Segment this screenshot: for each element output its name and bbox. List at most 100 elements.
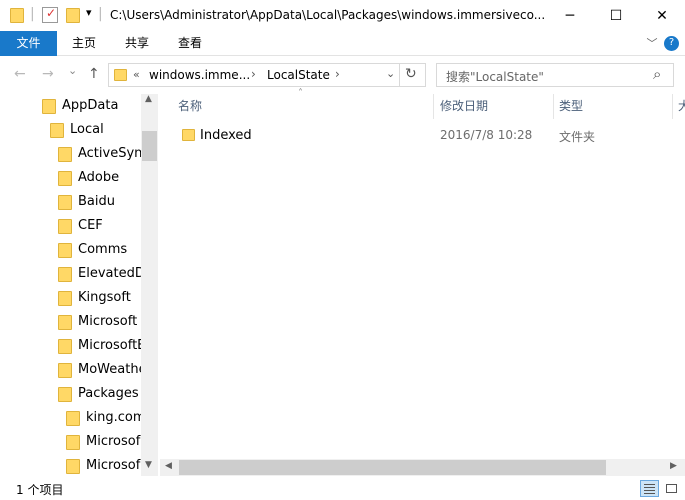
maximize-button[interactable]: ☐	[593, 0, 639, 31]
scroll-down-icon[interactable]: ▼	[145, 460, 152, 470]
address-dropdown-icon[interactable]: ⌄	[386, 67, 395, 80]
tree-item-label: MoWeathe	[78, 362, 147, 377]
tree-item-label: Local	[70, 122, 104, 137]
close-button[interactable]: ✕	[639, 0, 685, 31]
item-count: 1 个项目	[16, 483, 64, 497]
customize-quick-access-icon[interactable]: ▾	[86, 6, 92, 19]
tree-item[interactable]: Adobe	[58, 166, 119, 190]
column-divider[interactable]	[553, 94, 554, 119]
tab-view[interactable]: 查看	[170, 31, 210, 56]
column-header-size[interactable]: 大	[678, 94, 685, 119]
column-header-name[interactable]: 名称	[178, 94, 202, 119]
folder-icon	[42, 98, 56, 114]
folder-icon	[114, 69, 127, 81]
recent-locations-button[interactable]: ⌄	[68, 64, 77, 77]
folder-icon	[58, 266, 72, 282]
tree-item[interactable]: MicrosoftE	[58, 334, 145, 358]
tree-item-label: Microsoft	[78, 314, 138, 329]
tree-item-label: CEF	[78, 218, 103, 233]
tree-item-label: Comms	[78, 242, 128, 257]
tree-item-label: AppData	[62, 98, 119, 113]
tree-item-label: Microsof	[86, 434, 141, 449]
tree-item[interactable]: Microsof	[66, 454, 140, 476]
column-header-type[interactable]: 类型	[559, 94, 583, 119]
search-input[interactable]: 搜索"LocalState"	[446, 68, 544, 85]
tree-item-label: Adobe	[78, 170, 120, 185]
folder-icon	[58, 290, 72, 306]
forward-button[interactable]: →	[42, 66, 54, 82]
tree-item[interactable]: Local	[50, 118, 104, 142]
tree-item-label: Microsof	[86, 458, 141, 473]
nav-scroll-thumb[interactable]	[142, 131, 157, 161]
status-bar: 1 个项目	[0, 476, 685, 500]
tree-item-label: king.com	[86, 410, 146, 425]
new-folder-icon[interactable]	[66, 8, 80, 23]
breadcrumb-separator[interactable]: ›	[335, 67, 340, 81]
breadcrumb-item[interactable]: windows.imme...	[149, 68, 250, 82]
large-icons-view-icon[interactable]	[663, 480, 680, 497]
expand-ribbon-icon[interactable]: ﹀	[644, 31, 660, 56]
column-header-date[interactable]: 修改日期	[440, 94, 488, 119]
tree-item-label: MicrosoftE	[78, 338, 146, 353]
sort-indicator-icon: ˄	[298, 88, 303, 99]
breadcrumb-item[interactable]: LocalState	[267, 68, 330, 82]
tree-item[interactable]: Kingsoft	[58, 286, 131, 310]
folder-icon	[66, 434, 80, 450]
tree-item-label: Baidu	[78, 194, 115, 209]
tree-item[interactable]: Comms	[58, 238, 127, 262]
scroll-up-icon[interactable]: ▲	[145, 94, 152, 104]
folder-icon	[58, 386, 72, 402]
column-divider[interactable]	[672, 94, 673, 119]
minimize-button[interactable]: ─	[547, 0, 593, 31]
folder-icon	[58, 218, 72, 234]
search-icon[interactable]: ⌕	[653, 65, 661, 83]
tree-item[interactable]: ElevatedDi	[58, 262, 148, 286]
search-box[interactable]: 搜索"LocalState" ⌕	[436, 63, 674, 87]
tree-item[interactable]: MoWeathe	[58, 358, 147, 382]
scroll-right-icon[interactable]: ▶	[670, 461, 677, 471]
folder-icon	[50, 122, 64, 138]
file-name: Indexed	[200, 128, 252, 143]
folder-icon	[66, 410, 80, 426]
properties-icon[interactable]: ✓	[42, 6, 58, 23]
file-list: ˄ 名称 修改日期 类型 大 Indexed 2016/7/8 10:28 文件…	[160, 88, 685, 476]
window-title: C:\Users\Administrator\AppData\Local\Pac…	[110, 8, 546, 22]
tree-item[interactable]: Baidu	[58, 190, 115, 214]
up-button[interactable]: ↑	[88, 66, 100, 82]
breadcrumb-separator[interactable]: ›	[251, 67, 256, 81]
tab-home[interactable]: 主页	[64, 31, 104, 56]
tree-item[interactable]: AppData	[42, 94, 118, 118]
tree-item[interactable]: Microsof	[66, 430, 140, 454]
folder-icon	[58, 362, 72, 378]
back-button[interactable]: ←	[14, 66, 26, 82]
breadcrumb-overflow[interactable]: «	[133, 68, 140, 81]
tab-share[interactable]: 共享	[117, 31, 157, 56]
tree-item[interactable]: Packages	[58, 382, 139, 406]
tree-item-label: ActiveSync	[78, 146, 150, 161]
table-row[interactable]: Indexed 2016/7/8 10:28 文件夹	[176, 124, 676, 148]
folder-icon	[58, 314, 72, 330]
tree-item[interactable]: CEF	[58, 214, 103, 238]
separator: |	[30, 6, 35, 22]
folder-icon	[58, 194, 72, 210]
folder-icon	[182, 129, 195, 141]
folder-icon	[58, 338, 72, 354]
folder-icon	[66, 458, 80, 474]
details-view-icon[interactable]	[640, 480, 659, 497]
horizontal-scroll-thumb[interactable]	[179, 460, 606, 475]
address-bar[interactable]: « windows.imme... › LocalState › ⌄ ↻	[108, 63, 426, 87]
folder-icon	[58, 170, 72, 186]
scroll-left-icon[interactable]: ◀	[165, 461, 172, 471]
refresh-icon[interactable]: ↻	[405, 66, 417, 82]
tree-item-label: Packages	[78, 386, 139, 401]
help-icon[interactable]: ?	[664, 36, 679, 51]
tree-item[interactable]: king.com	[66, 406, 146, 430]
divider	[399, 63, 400, 87]
folder-icon	[10, 8, 24, 23]
tree-item-label: ElevatedDi	[78, 266, 149, 281]
column-divider[interactable]	[433, 94, 434, 119]
tab-file[interactable]: 文件	[0, 31, 57, 56]
tree-item[interactable]: Microsoft	[58, 310, 137, 334]
tree-item[interactable]: ActiveSync	[58, 142, 150, 166]
file-type: 文件夹	[559, 130, 596, 144]
